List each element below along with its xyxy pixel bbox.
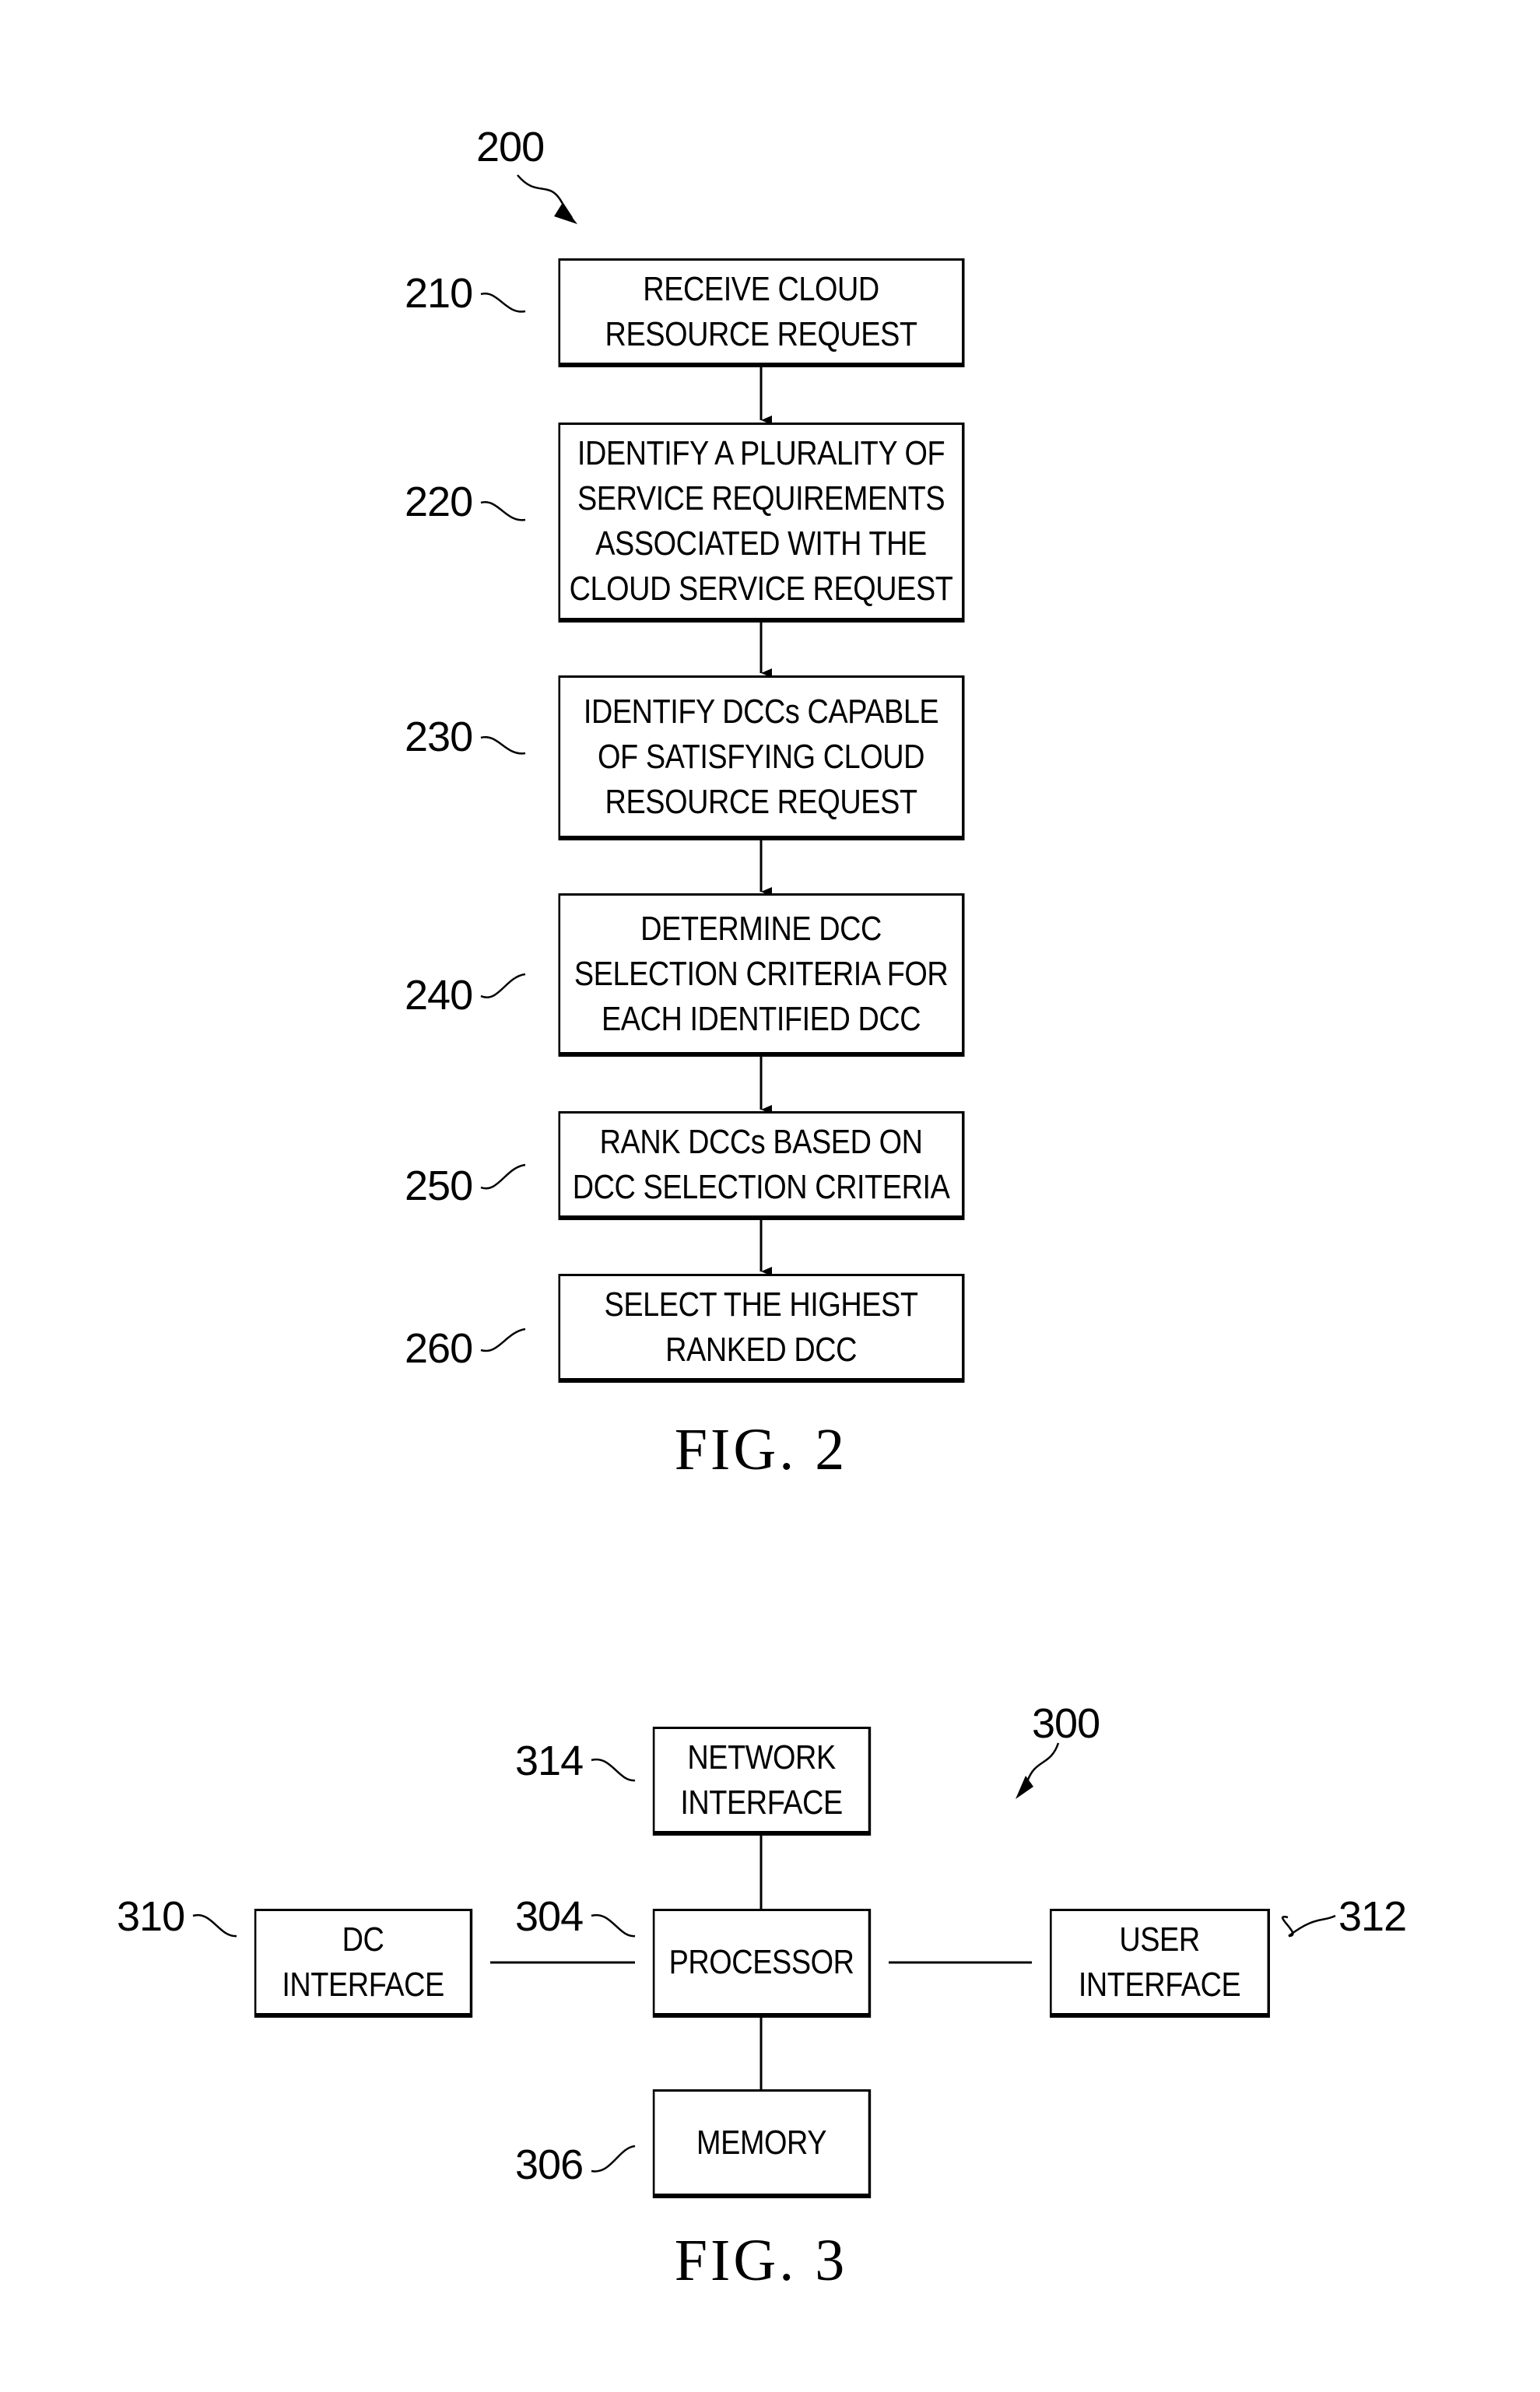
leader-260	[480, 1328, 526, 1352]
step-box-identify-dccs: IDENTIFY DCCs CAPABLE OF SATISFYING CLOU…	[558, 675, 965, 840]
block-ref: 304	[515, 1893, 584, 1940]
block-text: USER INTERFACE	[1078, 1920, 1241, 2004]
arrowhead-300	[1016, 1776, 1033, 1799]
block-ref: 306	[515, 2141, 584, 2188]
figure-ref-300: 300	[1032, 1700, 1100, 1747]
step-box-rank-dccs: RANK DCCs BASED ON DCC SELECTION CRITERI…	[558, 1111, 965, 1220]
leader-240	[480, 973, 526, 998]
block-ref: 312	[1338, 1893, 1407, 1940]
block-user-interface: USER INTERFACE	[1050, 1909, 1270, 2018]
step-ref: 240	[405, 972, 473, 1019]
step-ref: 260	[405, 1325, 473, 1372]
step-box-receive-request: RECEIVE CLOUD RESOURCE REQUEST	[558, 258, 965, 367]
step-ref: 220	[405, 479, 473, 525]
leader-220	[480, 501, 526, 521]
step-text: SELECT THE HIGHEST RANKED DCC	[604, 1285, 918, 1369]
patent-drawing-sheet: 200 210 RECEIVE CLOUD RESOURCE REQUEST 2…	[0, 0, 1540, 2392]
step-box-select-highest: SELECT THE HIGHEST RANKED DCC	[558, 1274, 965, 1383]
step-ref: 230	[405, 714, 473, 760]
step-text: DETERMINE DCC SELECTION CRITERIA FOR EAC…	[574, 909, 949, 1038]
block-processor: PROCESSOR	[652, 1909, 872, 2018]
block-dc-interface: DC INTERFACE	[254, 1909, 473, 2018]
leader-300	[1026, 1742, 1060, 1783]
figure-caption-2: FIG. 2	[674, 1417, 848, 1482]
figure-ref-200: 200	[476, 124, 545, 170]
step-text: RECEIVE CLOUD RESOURCE REQUEST	[605, 269, 917, 353]
step-ref: 210	[405, 270, 473, 317]
leader-304	[591, 1913, 636, 1938]
block-text: NETWORK INTERFACE	[680, 1738, 843, 1822]
step-text: IDENTIFY A PLURALITY OF SERVICE REQUIREM…	[569, 434, 953, 608]
block-network-interface: NETWORK INTERFACE	[652, 1727, 872, 1836]
leader-314	[591, 1758, 636, 1782]
block-text: PROCESSOR	[668, 1942, 854, 1981]
block-ref: 310	[117, 1893, 185, 1940]
leader-306	[591, 2145, 636, 2173]
leader-310	[192, 1913, 237, 1938]
figure-caption-3: FIG. 3	[674, 2228, 848, 2293]
step-box-identify-requirements: IDENTIFY A PLURALITY OF SERVICE REQUIREM…	[558, 423, 965, 623]
leader-312	[1281, 1914, 1336, 1938]
step-text: RANK DCCs BASED ON DCC SELECTION CRITERI…	[572, 1122, 950, 1206]
step-text: IDENTIFY DCCs CAPABLE OF SATISFYING CLOU…	[583, 692, 939, 821]
leader-230	[480, 735, 526, 755]
step-box-determine-criteria: DETERMINE DCC SELECTION CRITERIA FOR EAC…	[558, 893, 965, 1057]
block-memory: MEMORY	[652, 2089, 872, 2198]
leader-210	[480, 293, 526, 313]
block-ref: 314	[515, 1738, 584, 1784]
step-ref: 250	[405, 1163, 473, 1209]
block-text: MEMORY	[696, 2123, 827, 2162]
leader-250	[480, 1163, 526, 1190]
block-text: DC INTERFACE	[282, 1920, 444, 2004]
